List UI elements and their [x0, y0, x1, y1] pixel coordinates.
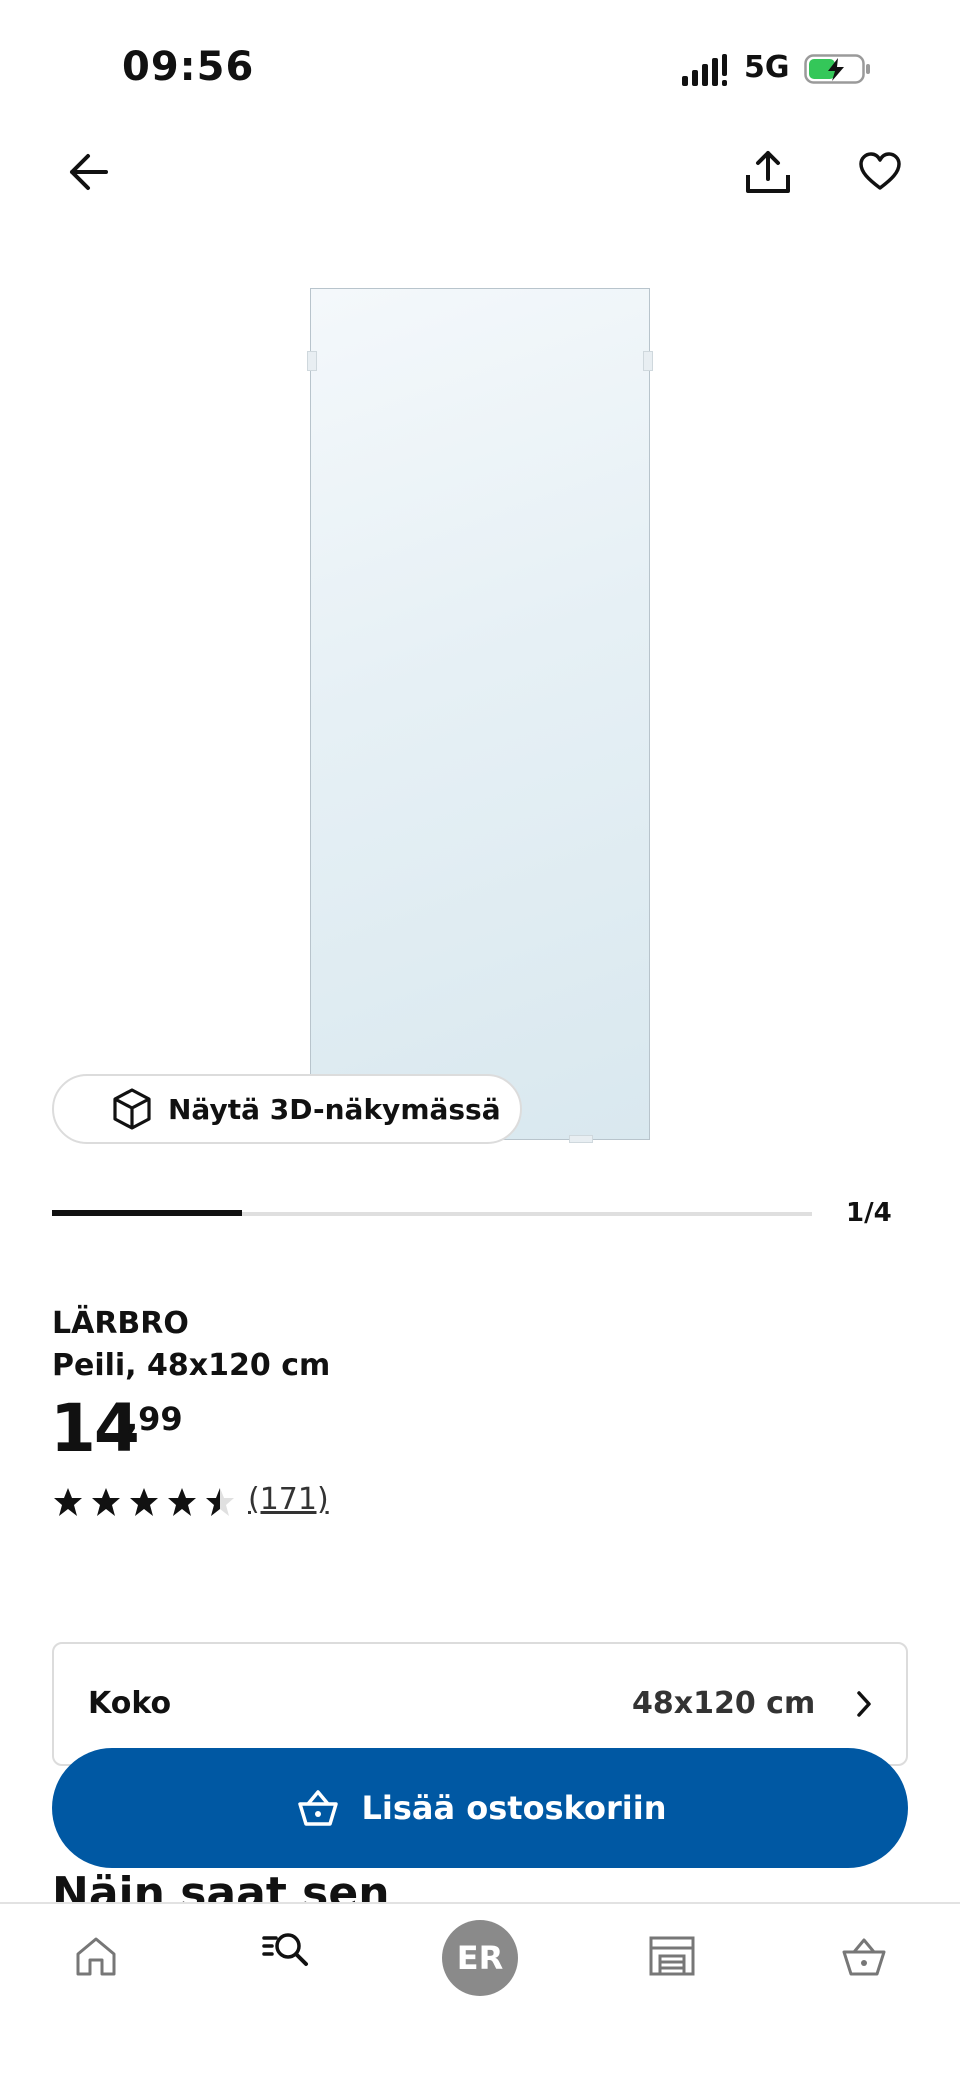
- store-icon[interactable]: [648, 1932, 696, 1980]
- basket-icon: [297, 1790, 338, 1826]
- rating-stars: [52, 1486, 236, 1518]
- heart-icon: [859, 152, 901, 190]
- star-icon: [130, 1488, 158, 1516]
- signal-icon: [682, 54, 727, 86]
- size-label: Koko: [88, 1686, 172, 1721]
- product-image-mirror[interactable]: [307, 288, 653, 1143]
- product-description: Peili, 48x120 cm: [52, 1348, 331, 1383]
- mirror-clip: [307, 351, 317, 371]
- view-3d-button[interactable]: Näytä 3D-näkymässä: [52, 1074, 522, 1144]
- profile-avatar[interactable]: ER: [442, 1920, 518, 1996]
- status-time: 09:56: [122, 44, 255, 90]
- search-icon[interactable]: [262, 1928, 310, 1976]
- bottom-navigation: ER: [0, 1902, 960, 2088]
- mirror-clip: [643, 351, 653, 371]
- star-icon: [168, 1488, 196, 1516]
- back-button[interactable]: [56, 140, 120, 204]
- star-icon: [92, 1488, 120, 1516]
- favorite-button[interactable]: [848, 140, 912, 204]
- product-name: LÄRBRO: [52, 1306, 189, 1341]
- battery-icon: [804, 54, 870, 84]
- half-star-icon: [206, 1488, 234, 1516]
- price-decimal: ,99: [126, 1400, 183, 1438]
- network-label: 5G: [744, 50, 790, 85]
- add-to-cart-label: Lisää ostoskoriin: [361, 1789, 667, 1827]
- price-integer: 14: [50, 1390, 140, 1467]
- image-counter: 1/4: [846, 1198, 892, 1228]
- add-to-cart-button[interactable]: Lisää ostoskoriin: [52, 1748, 908, 1868]
- reviews-link[interactable]: (171): [248, 1482, 329, 1517]
- home-icon[interactable]: [72, 1932, 120, 1980]
- cart-icon[interactable]: [840, 1932, 888, 1980]
- carousel-progress: [52, 1210, 242, 1216]
- share-button[interactable]: [736, 140, 800, 204]
- arrow-left-icon: [70, 154, 108, 190]
- mirror-clip: [569, 1135, 593, 1143]
- cube-icon: [113, 1088, 151, 1130]
- share-icon: [746, 151, 790, 193]
- star-icon: [54, 1488, 82, 1516]
- view-3d-label: Näytä 3D-näkymässä: [168, 1092, 501, 1126]
- size-value: 48x120 cm: [632, 1686, 816, 1721]
- section-title-delivery: Näin saat sen: [52, 1868, 390, 1902]
- chevron-right-icon: [857, 1691, 871, 1717]
